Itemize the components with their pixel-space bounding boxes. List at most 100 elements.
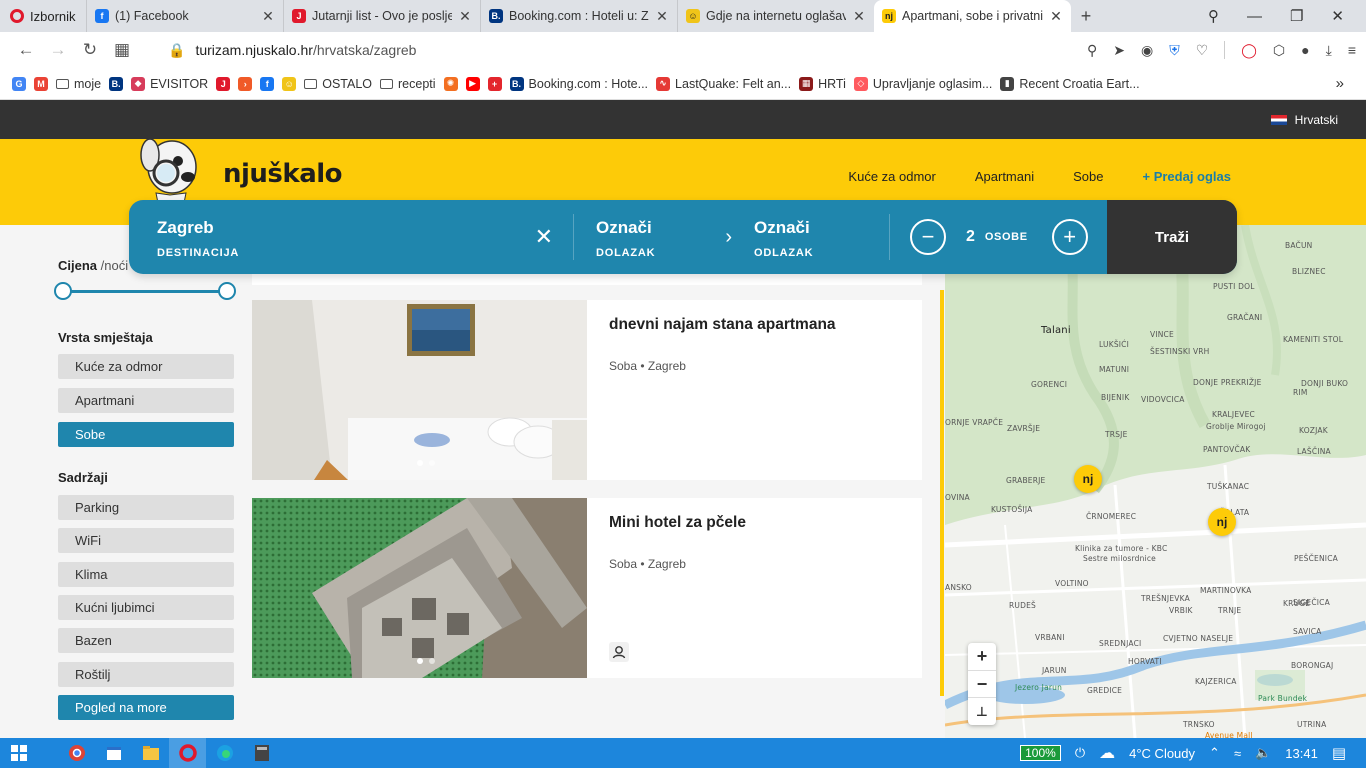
close-tab-icon[interactable]: ✕ [852,8,866,25]
chrome-taskbar-icon[interactable] [58,744,95,762]
zoom-out-button[interactable]: − [968,671,996,699]
destination-field[interactable]: Zagreb DESTINACIJA ✕ [129,214,574,260]
bookmark-item[interactable]: ▦ HRTi [799,76,846,91]
search-tabs-icon[interactable]: ⚲ [1208,7,1219,25]
amenity-filter-chip[interactable]: WiFi [58,528,234,554]
amenity-filter-chip[interactable]: Pogled na more [58,694,234,720]
opera-menu-button[interactable]: Izbornik [0,0,86,32]
reload-icon[interactable]: ↻ [74,40,106,60]
browser-tab[interactable]: J Jutarnji list - Ovo je posljed ✕ [283,0,480,32]
map-view[interactable]: BAČUN BLIZNEC PUSTI DOL GRAČANI Talani LUKŠIĆ… [945,225,1366,738]
amenity-filter-chip[interactable]: Roštilj [58,661,234,687]
speed-dial-icon[interactable]: ▦ [106,40,138,60]
bookmark-item[interactable]: ◇ Upravljanje oglasim... [853,76,992,91]
bookmark-item[interactable]: ☺ [282,76,297,91]
opera-extension-icon[interactable]: ◯ [1241,42,1257,59]
price-min-handle[interactable] [54,282,72,300]
bookmark-item[interactable]: f [260,76,275,91]
increase-persons-button[interactable]: + [1051,219,1088,255]
type-filter-chip[interactable]: Sobe [58,422,234,447]
close-tab-icon[interactable]: ✕ [458,8,472,25]
nav-kuce-za-odmor[interactable]: Kuće za odmor [848,169,935,184]
notifications-icon[interactable]: ▤ [1332,744,1346,762]
reset-north-button[interactable]: ⊥ [968,698,996,725]
browser-tab[interactable]: ☺ Gdje na internetu oglašavat ✕ [677,0,874,32]
windows-start-icon[interactable] [0,745,38,761]
nav-apartmani[interactable]: Apartmani [975,169,1034,184]
close-tab-icon[interactable]: ✕ [261,8,275,25]
listing-card[interactable]: Mini hotel za pčele Soba • Zagreb [252,498,922,678]
plug-icon[interactable]: ⏻ [1075,745,1085,761]
shield-icon[interactable]: ⛨ [1169,42,1180,59]
amenity-filter-chip[interactable]: Klima [58,561,234,587]
map-listing-pin[interactable]: nj [1074,465,1102,493]
browser-tab[interactable]: nj Apartmani, sobe i privatni s ✕ [874,0,1071,32]
njuskalo-dog-logo-icon[interactable] [136,133,204,203]
url-field[interactable]: 🔒 turizam.njuskalo.hr/hrvatska/zagreb [168,42,416,59]
bookmark-item[interactable]: ▮ Recent Croatia Eart... [1000,76,1140,91]
search-page-icon[interactable]: ⚲ [1087,42,1097,59]
listing-title[interactable]: Mini hotel za pčele [609,514,746,532]
checkin-field[interactable]: Označi DOLAZAK › [574,214,732,260]
type-filter-chip[interactable]: Apartmani [58,388,234,413]
forward-icon[interactable]: → [42,40,74,60]
cube-icon[interactable]: ⬡ [1273,42,1285,59]
listing-photo[interactable] [252,498,587,678]
chevron-up-icon[interactable]: ⌃ [1209,745,1220,761]
bookmark-item[interactable]: G [12,76,26,91]
amenity-filter-chip[interactable]: Parking [58,495,234,520]
nav-sobe[interactable]: Sobe [1073,169,1103,184]
bookmark-item[interactable]: M [34,76,48,91]
more-bookmarks-icon[interactable]: » [1336,75,1344,92]
decrease-persons-button[interactable]: − [910,219,946,255]
bookmark-item[interactable]: ∿ LastQuake: Felt an... [656,76,791,91]
type-filter-chip[interactable]: Kuće za odmor [58,354,234,379]
price-range-slider[interactable] [54,282,236,300]
restore-window-icon[interactable]: ❐ [1290,7,1303,25]
heart-icon[interactable]: ♡ [1196,42,1209,59]
bookmark-item[interactable]: OSTALO [304,77,372,91]
wifi-icon[interactable]: ≈ [1234,746,1241,761]
close-tab-icon[interactable]: ✕ [655,8,669,25]
search-button[interactable]: Traži [1107,200,1237,274]
close-window-icon[interactable]: ✕ [1331,7,1344,25]
listing-title[interactable]: dnevni najam stana apartmana [609,316,836,334]
opera-taskbar-icon[interactable] [169,738,206,768]
battery-indicator[interactable]: 100% [1020,745,1061,761]
edge-taskbar-icon[interactable] [206,744,243,762]
menu-icon[interactable]: ≡ [1348,42,1356,58]
map-listing-pin[interactable]: nj [1208,508,1236,536]
snapshot-icon[interactable]: ◉ [1141,42,1153,59]
bookmark-item[interactable]: + [487,76,502,91]
bookmark-item[interactable]: recepti [380,77,436,91]
clear-destination-icon[interactable]: ✕ [535,224,553,250]
close-tab-icon[interactable]: ✕ [1049,8,1063,25]
bookmark-item[interactable]: ▶ [465,76,480,91]
back-icon[interactable]: ← [10,40,42,60]
browser-tab[interactable]: B. Booking.com : Hoteli u: Zag ✕ [480,0,677,32]
bookmark-item[interactable]: ✺ [443,76,458,91]
browser-tab[interactable]: f (1) Facebook ✕ [86,0,283,32]
amenity-filter-chip[interactable]: Kućni ljubimci [58,594,234,620]
listing-photo[interactable] [252,300,587,480]
bookmark-item[interactable]: B. Booking.com : Hote... [509,76,648,91]
volume-icon[interactable]: 🔈 [1255,745,1271,761]
listing-card[interactable]: dnevni najam stana apartmana Soba • Zagr… [252,300,922,480]
zoom-in-button[interactable]: + [968,643,996,671]
download-icon[interactable]: ⤓ [1326,42,1332,59]
price-max-handle[interactable] [218,282,236,300]
minimize-window-icon[interactable]: — [1247,8,1262,25]
file-explorer-taskbar-icon[interactable] [132,745,169,761]
bookmark-item[interactable]: J [216,76,231,91]
weather-widget[interactable]: 4°C Cloudy [1129,746,1195,761]
calendar-taskbar-icon[interactable] [95,745,132,761]
bookmark-item[interactable]: ◆ EVISITOR [131,76,208,91]
site-logo-text[interactable]: njuškalo [223,159,343,189]
calculator-taskbar-icon[interactable] [243,745,280,761]
new-tab-button[interactable]: + [1071,0,1101,32]
checkout-field[interactable]: Označi ODLAZAK [732,214,890,260]
post-ad-link[interactable]: + Predaj oglas [1142,169,1231,184]
amenity-filter-chip[interactable]: Bazen [58,628,234,654]
profile-icon[interactable]: ● [1301,42,1309,58]
language-selector[interactable]: Hrvatski [1295,113,1338,127]
